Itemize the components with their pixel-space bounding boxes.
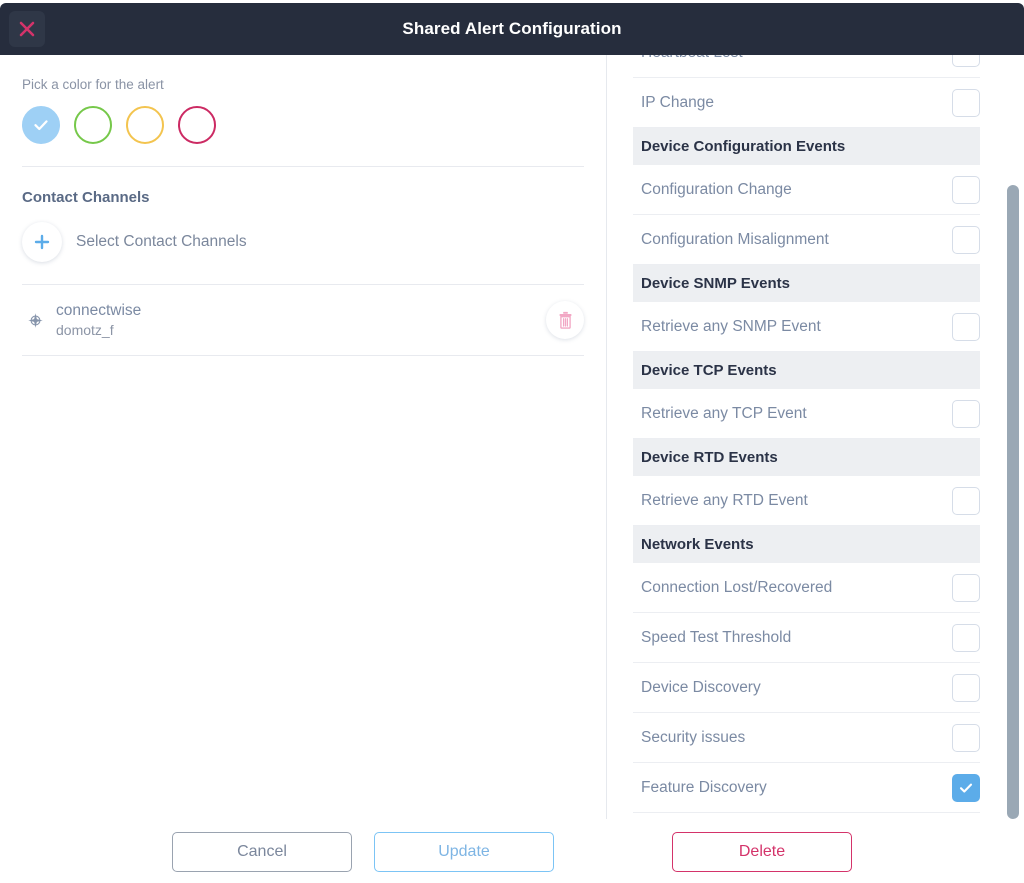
event-row[interactable]: Retrieve any TCP Event (633, 389, 980, 439)
event-checkbox[interactable] (952, 773, 980, 802)
event-label: Feature Discovery (641, 778, 767, 796)
update-button[interactable]: Update (374, 831, 554, 872)
color-picker-section: Pick a color for the alert (0, 55, 606, 144)
event-checkbox[interactable] (952, 623, 980, 652)
event-checkbox[interactable] (952, 486, 980, 515)
select-contact-channels-button[interactable]: Select Contact Channels (0, 206, 606, 262)
event-checkbox[interactable] (952, 673, 980, 702)
close-x-icon (19, 21, 35, 37)
contact-channel-name: connectwise (56, 302, 142, 319)
dialog-header: Shared Alert Configuration (0, 3, 1024, 55)
event-checkbox[interactable] (952, 573, 980, 602)
event-row[interactable]: Retrieve any SNMP Event (633, 302, 980, 352)
event-checkbox[interactable] (952, 723, 980, 752)
plus-icon (22, 222, 62, 262)
page-title: Shared Alert Configuration (402, 19, 622, 38)
event-label: Configuration Misalignment (641, 230, 829, 248)
color-picker-label: Pick a color for the alert (22, 77, 164, 92)
event-group-header: Device RTD Events (633, 439, 980, 476)
color-swatch-blue[interactable] (22, 106, 60, 144)
event-checkbox[interactable] (952, 399, 980, 428)
event-group-header: Device SNMP Events (633, 265, 980, 302)
color-swatch-pink[interactable] (178, 106, 216, 144)
dialog-footer: Cancel Update Delete (0, 819, 1024, 883)
event-row[interactable]: Configuration Change (633, 165, 980, 215)
event-group-header: Device Configuration Events (633, 128, 980, 165)
contact-channel-row[interactable]: connectwise domotz_f (22, 284, 584, 356)
shared-alert-configuration-dialog: Shared Alert Configuration Pick a color … (0, 0, 1024, 883)
event-checkbox[interactable] (952, 225, 980, 254)
events-scrollbar-thumb[interactable] (1007, 185, 1019, 819)
event-label: Security issues (641, 728, 746, 746)
trash-icon (559, 311, 571, 329)
delete-contact-channel-button[interactable] (546, 301, 584, 339)
event-list: Heartbeat Lost IP Change Device Configurat… (607, 55, 1024, 813)
contact-channel-texts: connectwise domotz_f (56, 302, 141, 338)
event-label: Retrieve any TCP Event (641, 404, 807, 422)
events-scrollbar-track[interactable] (1007, 55, 1019, 819)
event-row[interactable]: Retrieve any RTD Event (633, 476, 980, 526)
event-row[interactable]: Feature Discovery (633, 763, 980, 813)
event-row[interactable]: Connection Lost/Recovered (633, 563, 980, 613)
check-icon (959, 783, 973, 793)
event-checkbox[interactable] (952, 55, 980, 67)
event-label: Retrieve any SNMP Event (641, 317, 821, 335)
event-row[interactable]: IP Change (633, 78, 980, 128)
delete-button[interactable]: Delete (672, 831, 852, 872)
events-panel: Heartbeat Lost IP Change Device Configurat… (607, 55, 1024, 819)
color-swatch-yellow[interactable] (126, 106, 164, 144)
event-label: Device Discovery (641, 678, 761, 696)
event-label: Speed Test Threshold (641, 628, 792, 646)
event-row[interactable]: Heartbeat Lost (633, 55, 980, 78)
event-label: Connection Lost/Recovered (641, 578, 833, 596)
color-swatch-row (22, 106, 584, 144)
cancel-button[interactable]: Cancel (172, 831, 352, 872)
close-icon[interactable] (9, 11, 45, 47)
event-row[interactable]: Speed Test Threshold (633, 613, 980, 663)
select-contact-channels-label: Select Contact Channels (76, 233, 247, 250)
compass-icon (22, 312, 48, 329)
contact-channel-sub: domotz_f (56, 322, 114, 338)
event-row[interactable]: Configuration Misalignment (633, 215, 980, 265)
event-label: Configuration Change (641, 180, 792, 198)
event-checkbox[interactable] (952, 88, 980, 117)
event-row[interactable]: Security issues (633, 713, 980, 763)
check-icon (34, 120, 48, 131)
event-label: IP Change (641, 93, 714, 111)
event-checkbox[interactable] (952, 175, 980, 204)
event-row[interactable]: Device Discovery (633, 663, 980, 713)
event-label: Retrieve any RTD Event (641, 491, 808, 509)
color-swatch-green[interactable] (74, 106, 112, 144)
event-label: Heartbeat Lost (641, 55, 743, 62)
event-checkbox[interactable] (952, 312, 980, 341)
dialog-body: Pick a color for the alert Contact Chann… (0, 55, 1024, 819)
left-panel: Pick a color for the alert Contact Chann… (0, 55, 607, 819)
contact-channels-title: Contact Channels (22, 189, 150, 206)
event-group-header: Network Events (633, 526, 980, 563)
event-group-header: Device TCP Events (633, 352, 980, 389)
